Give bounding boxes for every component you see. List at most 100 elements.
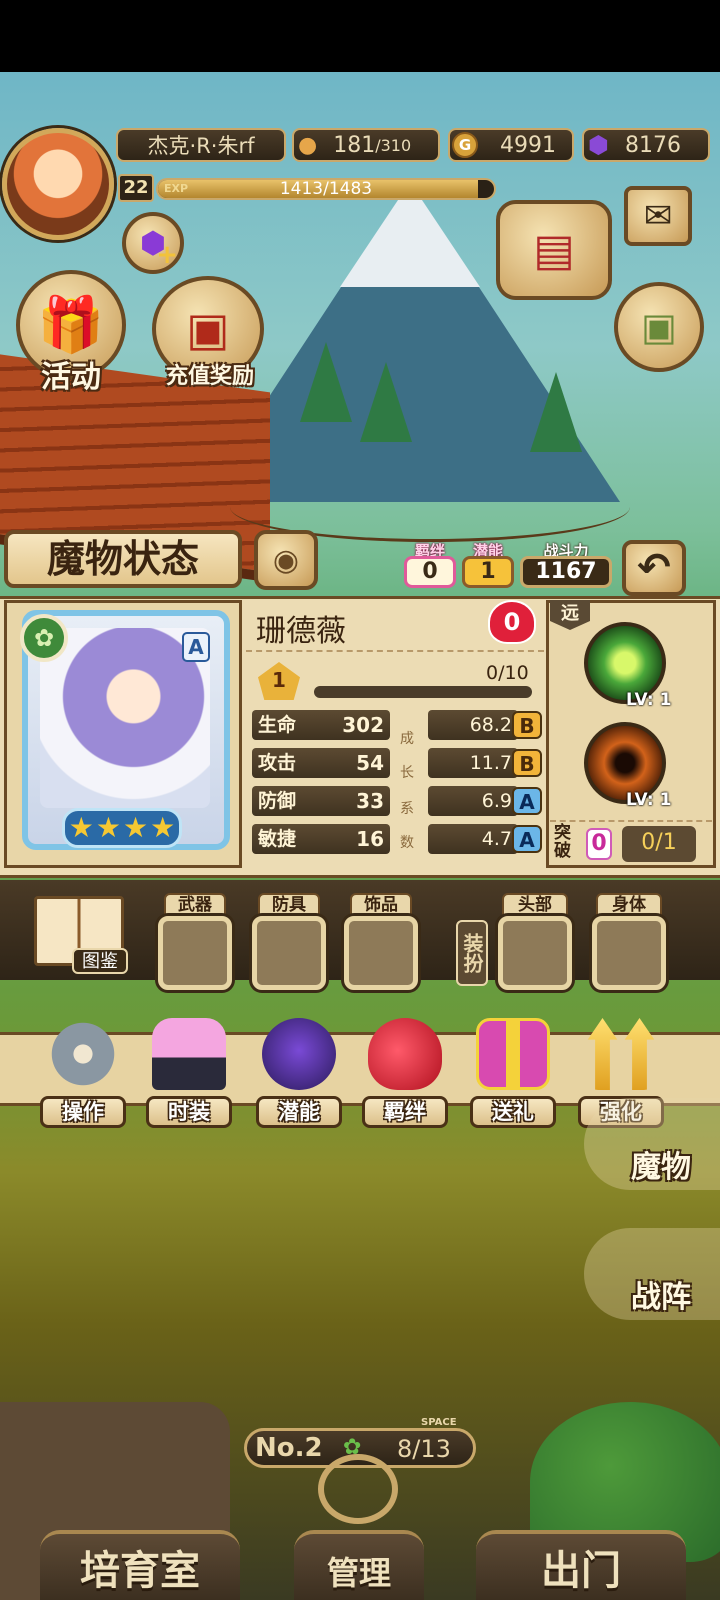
gold-coin-icon: G [452, 132, 478, 158]
space-count: 8/13 [397, 1435, 451, 1463]
star-rating: ★ ★ ★ ★ [62, 808, 182, 848]
formation-tab-button[interactable]: 战阵 [584, 1228, 720, 1320]
body-slot[interactable] [592, 916, 666, 990]
growth-char-2: 长 [400, 765, 414, 781]
growth-value: 4.7 [428, 824, 518, 854]
room-number: No.2 [255, 1433, 323, 1463]
bond-chip: 羁绊 0 [404, 540, 456, 588]
breakthrough-box: 突破 0 0/1 [550, 820, 712, 862]
monster-tab-label: 魔物 [631, 1150, 691, 1185]
star-icon: ★ [68, 811, 94, 844]
gold-amount: 4991 [500, 132, 556, 158]
operate-label: 操作 [40, 1096, 126, 1128]
gift-button[interactable]: 送礼 [470, 1018, 556, 1130]
breakthrough-count: 0 [586, 828, 612, 860]
manage-label: 管理 [326, 1554, 391, 1592]
growth-char-4: 数 [400, 835, 414, 851]
potential-button[interactable]: 潜能 [256, 1018, 342, 1130]
mail-button[interactable]: ✉ [624, 186, 692, 246]
bond-button[interactable]: 羁绊 [362, 1018, 448, 1130]
recharge-reward-label: 充值奖励 [165, 364, 254, 389]
exp-text: 1413/1483 [279, 179, 373, 199]
plus-icon: + [156, 240, 178, 270]
monster-progress-text: 0/10 [486, 662, 529, 684]
attribute-value: 302 [342, 713, 384, 737]
star-icon: ★ [95, 811, 121, 844]
potential-chip: 潜能 1 [462, 540, 514, 588]
potential-value: 1 [462, 556, 514, 588]
pine-tree [530, 372, 582, 452]
scroll-icon: ▤ [533, 224, 575, 276]
heart-count: 0 [503, 608, 521, 636]
nature-element-icon: ✿ [20, 614, 68, 662]
back-button[interactable]: ↶ [622, 540, 686, 596]
growth-grade: B [512, 711, 542, 739]
activity-label: 活动 [41, 360, 101, 395]
growth-value: 6.9 [428, 786, 518, 816]
pine-tree [360, 362, 412, 442]
nursery-label: 培育室 [80, 1548, 200, 1594]
growth-grade: A [512, 825, 542, 853]
weapon-slot-label: 武器 [164, 893, 226, 917]
add-gem-button[interactable]: ⬢ + [122, 212, 184, 274]
outfit-label: 装扮 [456, 920, 488, 986]
page-title: 魔物状态 [4, 530, 242, 588]
nursery-button[interactable]: 培育室 [40, 1530, 240, 1600]
accessory-slot-label: 饰品 [350, 893, 412, 917]
gift-icon [476, 1018, 550, 1090]
attribute-name: 攻击 54 [252, 748, 390, 778]
quest-scroll-button[interactable]: ▤ [496, 200, 612, 300]
purple-gem-icon: ⬢ [588, 131, 609, 159]
manage-button[interactable]: 管理 [294, 1454, 424, 1600]
codex-button[interactable]: 图鉴 [28, 896, 132, 978]
growth-value: 11.7 [428, 748, 518, 778]
head-slot-label: 头部 [502, 893, 568, 917]
fashion-button[interactable]: 时装 [146, 1018, 232, 1130]
skill-2-level: LV: 1 [626, 790, 672, 810]
gem-display[interactable]: ⬢ 8176 [582, 128, 710, 162]
power-value: 1167 [520, 556, 612, 588]
growth-value: 68.2 [428, 710, 518, 740]
breakthrough-progress: 0/1 [622, 826, 696, 862]
gold-display[interactable]: G 4991 [448, 128, 574, 162]
stamina-current: 181 [333, 132, 376, 158]
backpack-button[interactable]: ▣ [614, 282, 704, 372]
operate-button[interactable]: 操作 [40, 1018, 126, 1130]
player-name-plate: 杰克·R·朱rf [116, 128, 286, 162]
player-avatar[interactable] [2, 128, 114, 240]
star-icon: ★ [123, 811, 149, 844]
attribute-value: 16 [356, 827, 384, 851]
gem-amount: 8176 [624, 132, 681, 158]
potential-action-label: 潜能 [256, 1096, 342, 1128]
keys-icon [318, 1454, 398, 1524]
attribute-value: 33 [356, 789, 384, 813]
weapon-slot[interactable] [158, 916, 232, 990]
attribute-name: 防御 33 [252, 786, 390, 816]
envelope-icon: ✉ [643, 196, 673, 236]
armor-slot[interactable] [252, 916, 326, 990]
outfit-label-text: 装扮 [460, 933, 484, 973]
player-name: 杰克·R·朱rf [147, 134, 255, 158]
shadow-demon-icon [262, 1018, 336, 1090]
player-level: 22 [118, 174, 154, 202]
formation-tab-label: 战阵 [631, 1280, 691, 1315]
breakthrough-label: 突破 [554, 823, 571, 861]
bond-value: 0 [404, 556, 456, 588]
accessory-slot[interactable] [344, 916, 418, 990]
monster-tab-button[interactable]: 魔物 [584, 1098, 720, 1190]
heart-badge: 0 [488, 600, 536, 644]
codex-label: 图鉴 [72, 948, 128, 974]
go-out-button[interactable]: 出门 [476, 1530, 686, 1600]
growth-grade: A [512, 787, 542, 815]
monster-rank: A [182, 632, 210, 662]
growth-char-3: 系 [400, 801, 414, 817]
hearts-icon [368, 1018, 442, 1090]
attribute-name: 生命 302 [252, 710, 390, 740]
treasure-chest-icon: ▣ [186, 302, 230, 356]
power-chip: 战斗力 1167 [520, 540, 612, 588]
stamina-display[interactable]: ● 181 /310 [292, 128, 440, 162]
body-slot-label: 身体 [596, 893, 662, 917]
monster-name: 珊德薇 [256, 614, 346, 649]
lock-button[interactable]: ◉ [254, 530, 318, 590]
head-slot[interactable] [498, 916, 572, 990]
